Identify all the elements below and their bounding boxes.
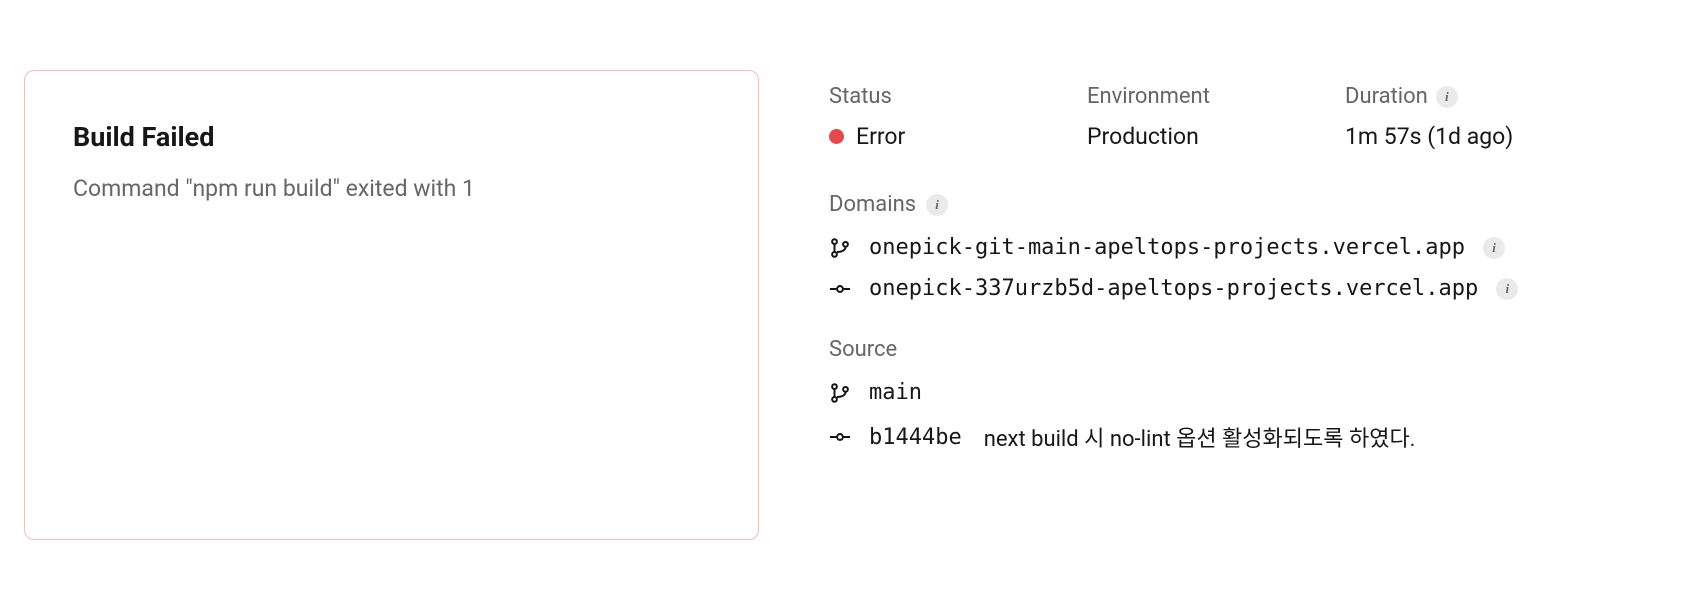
info-icon[interactable]: i xyxy=(1483,237,1505,259)
branch-icon xyxy=(829,237,851,259)
environment-label: Environment xyxy=(1087,84,1297,109)
source-branch-link[interactable]: main xyxy=(869,380,922,405)
source-branch-row: main xyxy=(829,380,1676,405)
deployment-details: Status Error Environment Production Dura… xyxy=(829,70,1676,540)
domains-section: Domains i onepick-git-main-apeltops-proj… xyxy=(829,192,1676,301)
commit-icon xyxy=(829,278,851,300)
environment-block: Environment Production xyxy=(1087,84,1297,150)
status-text: Error xyxy=(856,123,905,150)
commit-icon xyxy=(829,426,851,448)
status-block: Status Error xyxy=(829,84,1039,150)
duration-block: Duration i 1m 57s (1d ago) xyxy=(1345,84,1513,150)
domain-commit-link[interactable]: onepick-337urzb5d-apeltops-projects.verc… xyxy=(869,276,1478,301)
status-label: Status xyxy=(829,84,1039,109)
info-icon[interactable]: i xyxy=(1496,278,1518,300)
build-status-title: Build Failed xyxy=(73,121,710,153)
domains-label: Domains i xyxy=(829,192,1676,217)
source-label: Source xyxy=(829,337,1676,362)
build-failed-card: Build Failed Command "npm run build" exi… xyxy=(24,70,759,540)
domain-branch-link[interactable]: onepick-git-main-apeltops-projects.verce… xyxy=(869,235,1465,260)
domain-row: onepick-337urzb5d-apeltops-projects.verc… xyxy=(829,276,1676,301)
build-error-message: Command "npm run build" exited with 1 xyxy=(73,175,710,202)
source-section: Source main xyxy=(829,337,1676,453)
environment-value: Production xyxy=(1087,123,1297,150)
status-meta-row: Status Error Environment Production Dura… xyxy=(829,84,1676,150)
duration-value: 1m 57s (1d ago) xyxy=(1345,123,1513,150)
domain-row: onepick-git-main-apeltops-projects.verce… xyxy=(829,235,1676,260)
deployment-overview: Build Failed Command "npm run build" exi… xyxy=(24,70,1676,540)
domains-label-text: Domains xyxy=(829,192,916,217)
branch-icon xyxy=(829,382,851,404)
info-icon[interactable]: i xyxy=(926,194,948,216)
status-error-dot-icon xyxy=(829,129,844,144)
info-icon[interactable]: i xyxy=(1436,86,1458,108)
source-commit-message: next build 시 no-lint 옵션 활성화되도록 하였다. xyxy=(984,421,1416,453)
source-commit-row: b1444be next build 시 no-lint 옵션 활성화되도록 하… xyxy=(829,421,1676,453)
source-commit-link[interactable]: b1444be xyxy=(869,425,962,450)
duration-label: Duration i xyxy=(1345,84,1513,109)
duration-label-text: Duration xyxy=(1345,84,1428,109)
status-value: Error xyxy=(829,123,1039,150)
